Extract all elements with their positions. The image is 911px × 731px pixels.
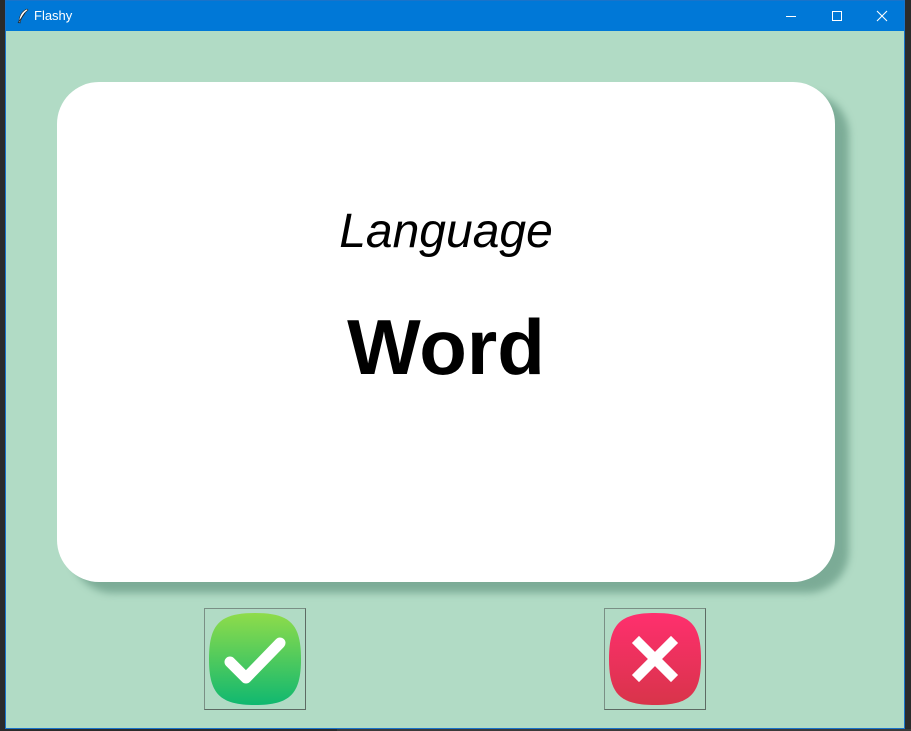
maximize-icon bbox=[831, 11, 842, 21]
cross-icon bbox=[609, 613, 701, 705]
flash-card: Language Word bbox=[57, 82, 835, 582]
maximize-button[interactable] bbox=[814, 1, 859, 31]
close-icon bbox=[876, 10, 887, 22]
checkmark-icon bbox=[209, 613, 301, 705]
title-bar[interactable]: Flashy bbox=[6, 1, 904, 31]
close-button[interactable] bbox=[859, 1, 904, 31]
window-title: Flashy bbox=[34, 8, 73, 23]
right-answer-button[interactable] bbox=[204, 608, 306, 710]
app-window: Flashy Language Word bbox=[5, 0, 905, 729]
card-language: Language bbox=[339, 205, 553, 258]
card-word: Word bbox=[347, 303, 545, 391]
minimize-icon bbox=[785, 16, 796, 17]
wrong-answer-button[interactable] bbox=[604, 608, 706, 710]
feather-icon bbox=[17, 8, 29, 24]
minimize-button[interactable] bbox=[768, 1, 813, 31]
